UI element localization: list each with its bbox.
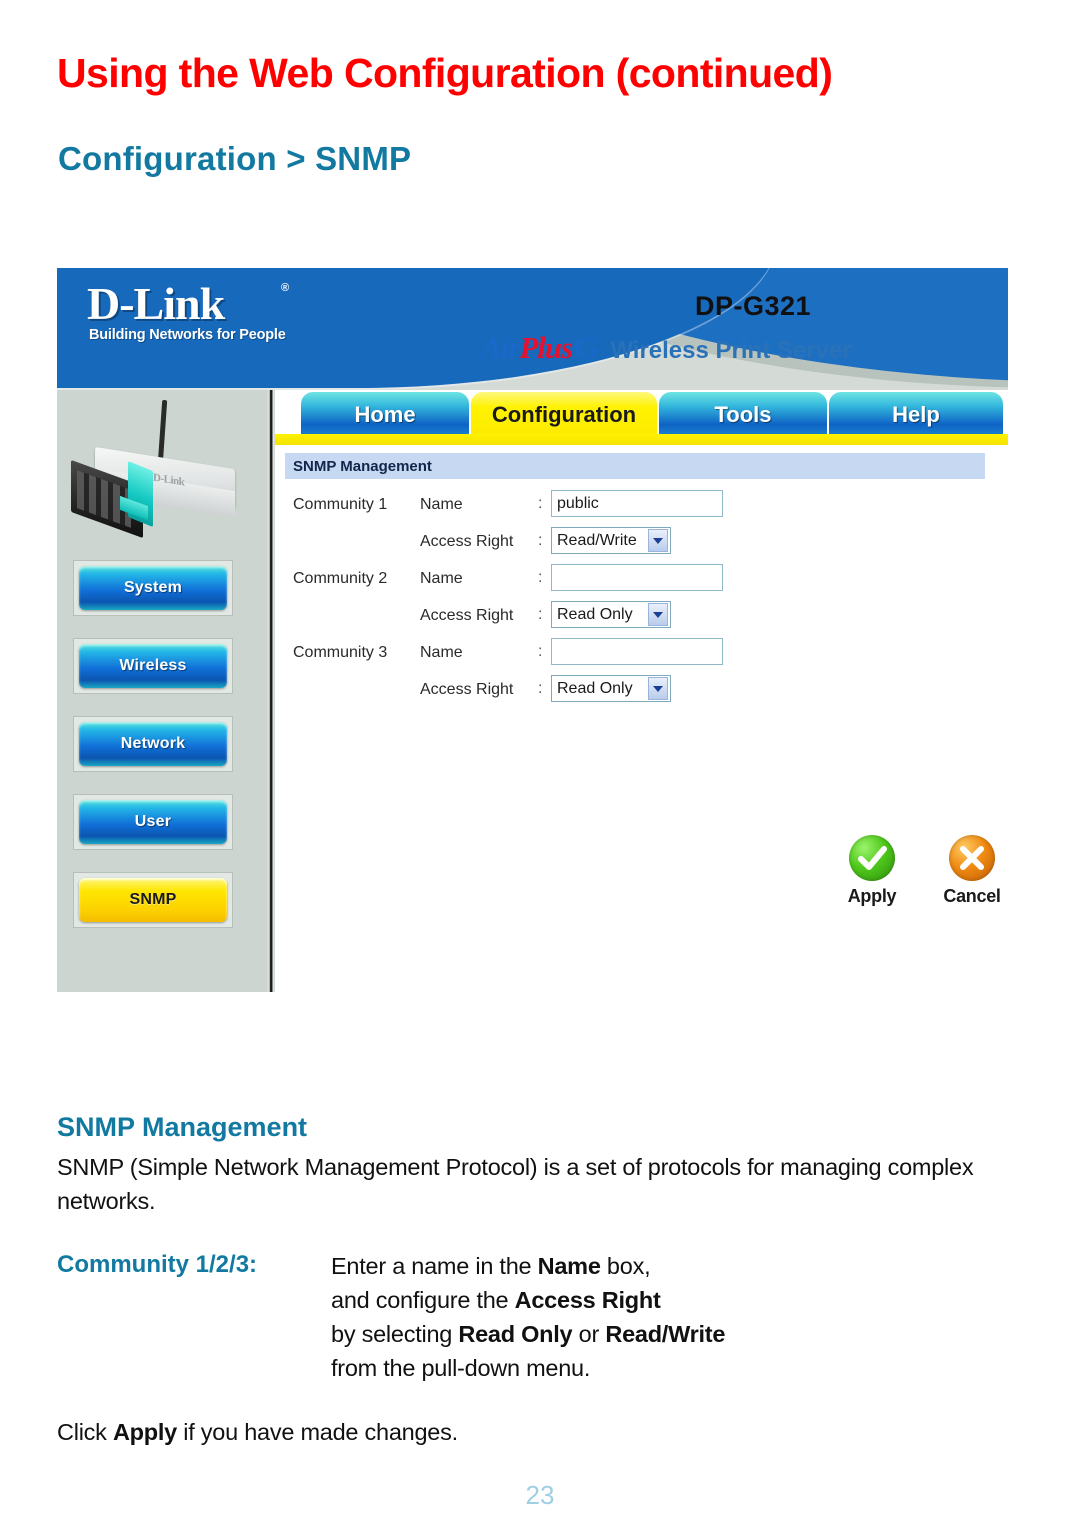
tab-help[interactable]: Help xyxy=(829,392,1003,437)
separator: : xyxy=(538,495,543,512)
sidebar-item-wireless[interactable]: Wireless xyxy=(73,638,233,694)
separator: : xyxy=(538,606,543,623)
community1-name-input[interactable]: public xyxy=(551,490,723,517)
snmp-section-header: SNMP Management xyxy=(285,453,985,479)
brand-plus: Plus xyxy=(519,330,573,365)
page-number: 23 xyxy=(525,1480,555,1510)
body-heading: SNMP Management xyxy=(57,1112,308,1142)
device-illustration: D-Link xyxy=(65,399,260,550)
sidebar-item-user-label: User xyxy=(79,800,227,844)
community3-name-input[interactable] xyxy=(551,638,723,665)
community2-access-right-value: Read Only xyxy=(557,605,633,623)
snmp-section-header-label: SNMP Management xyxy=(293,457,432,475)
community-term: Community 1/2/3: xyxy=(57,1251,258,1278)
brand-g: G xyxy=(574,330,599,365)
closing-note: Click Apply if you have made changes. xyxy=(57,1419,458,1445)
tab-home[interactable]: Home xyxy=(301,392,469,437)
sidebar-item-wireless-label: Wireless xyxy=(79,644,227,688)
separator: : xyxy=(538,680,543,697)
sidebar-divider xyxy=(267,390,275,992)
tab-configuration[interactable]: Configuration xyxy=(471,392,657,437)
page-title: Using the Web Configuration (continued) xyxy=(57,50,833,96)
form-row-community1-name: Community 1 Name : public xyxy=(275,489,1008,526)
sidebar-item-snmp-label: SNMP xyxy=(79,878,227,922)
field-label: Access Right xyxy=(420,533,514,550)
tab-tools[interactable]: Tools xyxy=(659,392,827,437)
apply-button[interactable]: Apply xyxy=(835,835,909,907)
check-circle-icon xyxy=(849,835,895,881)
form-row-community2-name: Community 2 Name : xyxy=(275,563,1008,600)
registered-mark-icon: ® xyxy=(281,282,290,294)
definition-line: by selecting Read Only or Read/Write xyxy=(331,1321,726,1347)
product-name: Wireless Print Server xyxy=(610,337,852,364)
field-label: Name xyxy=(420,496,463,513)
definition-line: from the pull-down menu. xyxy=(331,1355,591,1381)
definition-line: Enter a name in the Name box, xyxy=(331,1253,651,1279)
field-label: Access Right xyxy=(420,607,514,624)
sidebar: D-Link System Wireless Network User SNMP xyxy=(57,390,267,992)
product-brandline: AirPlusG Wireless Print Server xyxy=(481,332,852,363)
form-row-community1-access: Access Right : Read/Write xyxy=(275,526,1008,563)
snmp-form-panel: SNMP Management Community 1 Name : publi… xyxy=(275,445,1008,992)
sidebar-item-snmp[interactable]: SNMP xyxy=(73,872,233,928)
cancel-button[interactable]: Cancel xyxy=(935,835,1008,907)
model-number: DP-G321 xyxy=(695,291,812,321)
chevron-down-icon[interactable] xyxy=(648,677,668,700)
community3-access-right-select[interactable]: Read Only xyxy=(551,675,671,702)
cancel-button-label: Cancel xyxy=(943,886,1001,906)
chevron-down-icon[interactable] xyxy=(648,529,668,552)
field-label: Name xyxy=(420,570,463,587)
community1-access-right-select[interactable]: Read/Write xyxy=(551,527,671,554)
definition-line: and configure the Access Right xyxy=(331,1287,661,1313)
form-actions: Apply Cancel xyxy=(835,835,1008,907)
x-circle-icon xyxy=(949,835,995,881)
body-paragraph: SNMP (Simple Network Management Protocol… xyxy=(57,1154,974,1214)
sidebar-item-network[interactable]: Network xyxy=(73,716,233,772)
community-label: Community 1 xyxy=(293,496,388,513)
sidebar-item-user[interactable]: User xyxy=(73,794,233,850)
chevron-down-icon[interactable] xyxy=(648,603,668,626)
section-heading: Configuration > SNMP xyxy=(58,140,412,177)
community-label: Community 3 xyxy=(293,644,388,661)
dlink-tagline: Building Networks for People xyxy=(89,327,286,343)
separator: : xyxy=(538,643,543,660)
community1-access-right-value: Read/Write xyxy=(557,531,637,549)
apply-button-label: Apply xyxy=(847,886,897,906)
sidebar-item-network-label: Network xyxy=(79,722,227,766)
form-row-community3-name: Community 3 Name : xyxy=(275,637,1008,674)
community2-name-input[interactable] xyxy=(551,564,723,591)
form-row-community3-access: Access Right : Read Only xyxy=(275,674,1008,711)
separator: : xyxy=(538,569,543,586)
brand-air: Air xyxy=(481,330,520,365)
form-row-community2-access: Access Right : Read Only xyxy=(275,600,1008,637)
community-definition: Enter a name in the Name box, and configu… xyxy=(331,1249,725,1385)
tab-underline xyxy=(275,434,1008,445)
embedded-screenshot: D-Link ® Building Networks for People DP… xyxy=(57,268,1008,992)
separator: : xyxy=(538,532,543,549)
dlink-logo: D-Link xyxy=(87,278,225,329)
field-label: Access Right xyxy=(420,681,514,698)
product-banner: D-Link ® Building Networks for People DP… xyxy=(57,268,1008,390)
sidebar-item-system-label: System xyxy=(79,566,227,610)
community-label: Community 2 xyxy=(293,570,388,587)
antenna-icon xyxy=(157,399,168,465)
sidebar-item-system[interactable]: System xyxy=(73,560,233,616)
community2-access-right-select[interactable]: Read Only xyxy=(551,601,671,628)
field-label: Name xyxy=(420,644,463,661)
community3-access-right-value: Read Only xyxy=(557,679,633,697)
